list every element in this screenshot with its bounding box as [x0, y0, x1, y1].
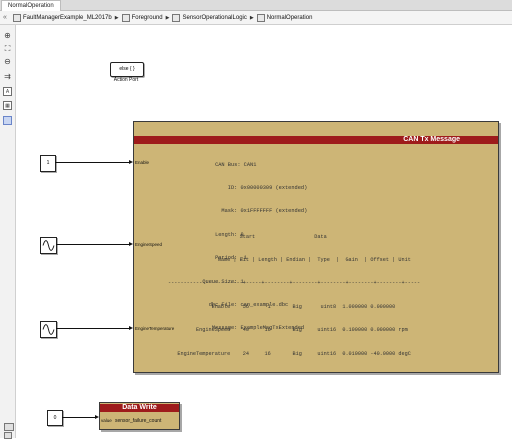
signal-table-divider: ------------------------+-----+--------+…: [168, 280, 421, 287]
port-label-enable: Enable: [135, 160, 150, 165]
signal-line: [56, 328, 130, 329]
sine-wave-block[interactable]: [40, 237, 57, 254]
table-row: EngineTemperature 24 16 Big uint16 0.010…: [168, 350, 411, 357]
arrow-icon[interactable]: ⇉: [3, 72, 12, 81]
sine-wave-icon: [42, 240, 55, 251]
breadcrumb-label: Foreground: [131, 14, 163, 21]
breadcrumb-item-normal-operation[interactable]: NormalOperation: [256, 13, 313, 22]
data-write-block[interactable]: Data Write value sensor_failure_count: [99, 402, 180, 430]
signal-table-header: Start Data: [168, 233, 327, 240]
block-icon[interactable]: [3, 116, 12, 125]
model-browser-icon[interactable]: [4, 423, 14, 431]
port-label-value: value: [101, 418, 112, 423]
action-port-block[interactable]: else { }: [110, 62, 144, 77]
signal-line: [62, 417, 96, 418]
fit-view-icon[interactable]: ⛶: [3, 44, 12, 53]
breadcrumb-label: SensorOperationalLogic: [182, 14, 247, 21]
breadcrumb: FaultManagerExample_ML2017b ▶ Foreground…: [13, 11, 312, 24]
breadcrumb-item-foreground[interactable]: Foreground: [121, 13, 163, 22]
breadcrumb-label: NormalOperation: [266, 14, 313, 21]
signal-table-header: Name | Bit | Length | Endian | Type | Ga…: [168, 256, 411, 263]
breadcrumb-item-model[interactable]: FaultManagerExample_ML2017b: [13, 13, 112, 22]
left-toolbar: ⊕ ⛶ ⊖ ⇉ A ▦: [0, 25, 16, 438]
chevron-right-icon: ▶: [114, 14, 119, 21]
subsystem-icon: [172, 13, 181, 22]
zoom-in-icon[interactable]: ⊕: [3, 31, 12, 40]
breadcrumb-item-sensor-operational-logic[interactable]: SensorOperationalLogic: [172, 13, 247, 22]
data-write-variable: sensor_failure_count: [115, 418, 162, 424]
port-label-engine-speed: EngineSpeed: [135, 242, 163, 247]
breadcrumb-label: FaultManagerExample_ML2017b: [23, 14, 112, 21]
annotation-icon[interactable]: A: [3, 87, 12, 96]
signal-table: Start Data Name | Bit | Length | Endian …: [168, 218, 420, 374]
hide-show-explorer-icon[interactable]: «: [3, 13, 7, 22]
sine-wave-block[interactable]: [40, 321, 57, 338]
can-tx-message-block[interactable]: CAN Tx Message Enable EngineSpeed Engine…: [133, 121, 499, 373]
chevron-right-icon: ▶: [165, 14, 170, 21]
subsystem-icon: [256, 13, 265, 22]
action-port-label: Action Port: [113, 77, 139, 83]
can-info-line: CAN Bus: CAN1: [196, 161, 257, 168]
constant-block[interactable]: 1: [40, 155, 56, 172]
can-info-line: Mask: 0x1FFFFFFF (extended): [196, 208, 308, 215]
signal-line: [56, 244, 130, 245]
tab-normal-operation[interactable]: NormalOperation: [1, 0, 61, 11]
breadcrumb-bar: « FaultManagerExample_ML2017b ▶ Foregrou…: [0, 11, 512, 25]
can-block-title-text: CAN Tx Message: [403, 136, 460, 143]
tab-bar: NormalOperation: [0, 0, 512, 11]
sine-wave-icon: [42, 324, 55, 335]
signal-line: [55, 162, 130, 163]
chevron-right-icon: ▶: [249, 14, 254, 21]
zoom-out-icon[interactable]: ⊖: [3, 57, 12, 66]
subsystem-icon: [121, 13, 130, 22]
can-info-line: ID: 0x00000309 (extended): [196, 184, 308, 191]
can-block-title: CAN Tx Message: [134, 136, 498, 144]
model-icon: [13, 13, 21, 22]
data-write-title: Data Write: [100, 404, 179, 412]
grid-icon[interactable]: ▦: [3, 101, 12, 110]
table-row: Enable 56 1 Big uint8 1.000000 0.000000: [168, 303, 396, 310]
constant-block[interactable]: 0: [47, 410, 63, 426]
table-row: EngineSpeed 40 16 Big uint16 0.100000 0.…: [168, 327, 408, 334]
